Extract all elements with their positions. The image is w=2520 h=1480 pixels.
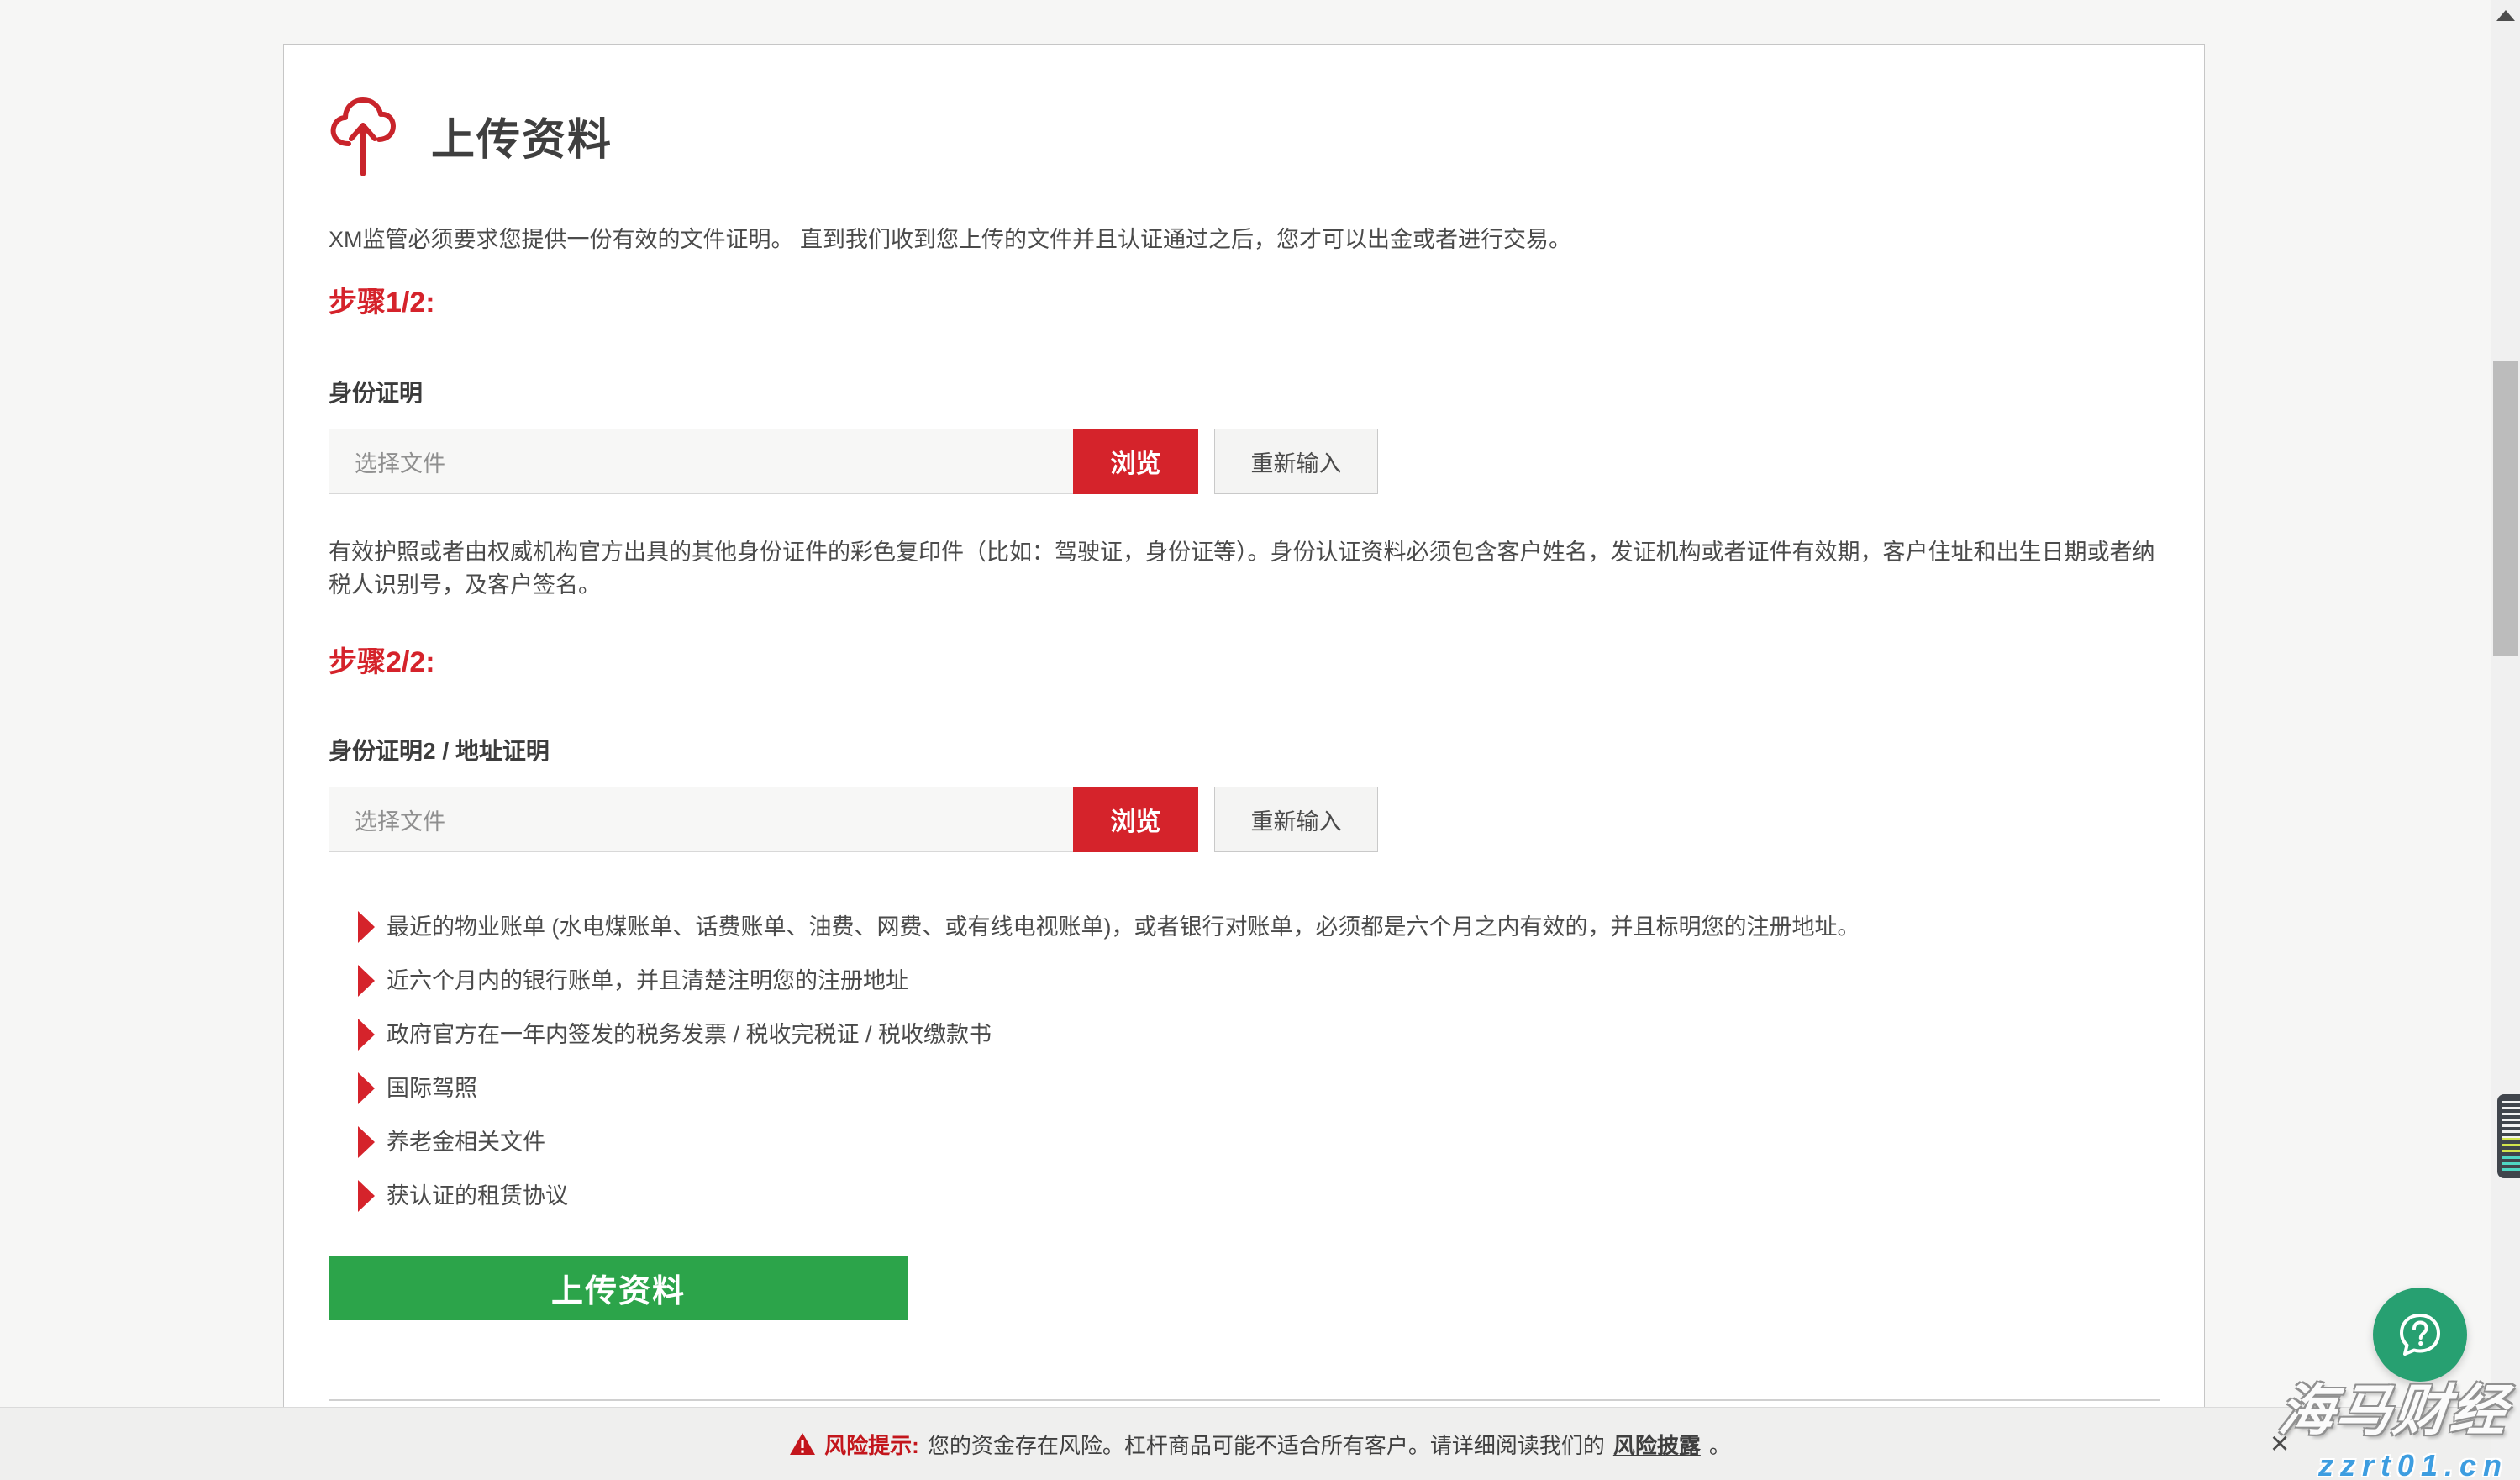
help-chat-button[interactable] [2373,1288,2467,1382]
list-item: 国际驾照 [358,1072,2160,1104]
red-arrow-icon [358,1126,375,1158]
equalizer-stripes-yellow [2502,1138,2520,1156]
card-divider [329,1399,2160,1401]
step1-reset-button[interactable]: 重新输入 [1214,429,1378,494]
scrollbar-thumb[interactable] [2493,361,2518,656]
warning-triangle-icon [789,1432,816,1456]
page-title: 上传资料 [431,104,613,167]
equalizer-stripes-teal [2502,1156,2520,1173]
step1-description: 有效护照或者由权威机构官方出具的其他身份证件的彩色复印件（比如：驾驶证，身份证等… [329,536,2160,602]
list-item-text: 国际驾照 [387,1076,477,1101]
red-arrow-icon [358,1180,375,1212]
red-arrow-icon [358,1019,375,1051]
risk-warning-bar: 风险提示: 您的资金存在风险。杠杆商品可能不适合所有客户。请详细阅读我们的风险披… [0,1407,2520,1480]
list-item-text: 养老金相关文件 [387,1130,545,1155]
intro-text: XM监管必须要求您提供一份有效的文件证明。 直到我们收到您上传的文件并且认证通过… [329,221,2160,254]
risk-warning-content: 风险提示: 您的资金存在风险。杠杆商品可能不适合所有客户。请详细阅读我们的风险披… [789,1429,1731,1460]
equalizer-widget[interactable] [2497,1094,2520,1178]
red-arrow-icon [358,1072,375,1104]
risk-text: 您的资金存在风险。杠杆商品可能不适合所有客户。请详细阅读我们的 [928,1429,1605,1460]
upload-documents-button[interactable]: 上传资料 [329,1256,908,1320]
red-arrow-icon [358,911,375,943]
vertical-scrollbar[interactable] [2491,0,2520,1480]
risk-disclosure-link[interactable]: 风险披露 [1613,1429,1701,1460]
list-item: 政府官方在一年内签发的税务发票 / 税收完税证 / 税收缴款书 [358,1019,2160,1051]
upload-documents-card: 上传资料 XM监管必须要求您提供一份有效的文件证明。 直到我们收到您上传的文件并… [283,44,2205,1408]
step1-heading: 步骤1/2: [329,284,2160,321]
step1-file-row: 选择文件 浏览 重新输入 [329,429,2160,494]
step2-field-label: 身份证明2 / 地址证明 [329,733,2160,766]
list-item-text: 获认证的租赁协议 [387,1183,568,1209]
question-chat-icon [2394,1309,2446,1361]
step2-reset-button[interactable]: 重新输入 [1214,787,1378,852]
card-header: 上传资料 [329,92,2160,179]
step1-field-label: 身份证明 [329,375,2160,408]
equalizer-stripes-white [2502,1101,2520,1138]
risk-suffix: 。 [1709,1429,1731,1460]
close-icon[interactable]: × [2270,1408,2289,1480]
red-arrow-icon [358,965,375,997]
accepted-documents-list: 最近的物业账单 (水电煤账单、话费账单、油费、网费、或有线电视账单)，或者银行对… [329,911,2160,1212]
list-item-text: 政府官方在一年内签发的税务发票 / 税收完税证 / 税收缴款书 [387,1022,992,1047]
step2-browse-button[interactable]: 浏览 [1073,787,1198,852]
scroll-up-arrow-icon[interactable] [2496,10,2515,21]
step2-file-row: 选择文件 浏览 重新输入 [329,787,2160,852]
step2-heading: 步骤2/2: [329,644,2160,681]
list-item: 近六个月内的银行账单，并且清楚注明您的注册地址 [358,965,2160,997]
step1-browse-button[interactable]: 浏览 [1073,429,1198,494]
list-item-text: 最近的物业账单 (水电煤账单、话费账单、油费、网费、或有线电视账单)，或者银行对… [387,914,1860,940]
step1-file-input[interactable]: 选择文件 [329,429,1073,494]
step2-file-input[interactable]: 选择文件 [329,787,1073,852]
list-item: 获认证的租赁协议 [358,1180,2160,1212]
cloud-upload-icon [329,92,397,179]
list-item-text: 近六个月内的银行账单，并且清楚注明您的注册地址 [387,968,908,993]
list-item: 最近的物业账单 (水电煤账单、话费账单、油费、网费、或有线电视账单)，或者银行对… [358,911,2160,943]
risk-prefix: 风险提示: [824,1429,919,1460]
list-item: 养老金相关文件 [358,1126,2160,1158]
